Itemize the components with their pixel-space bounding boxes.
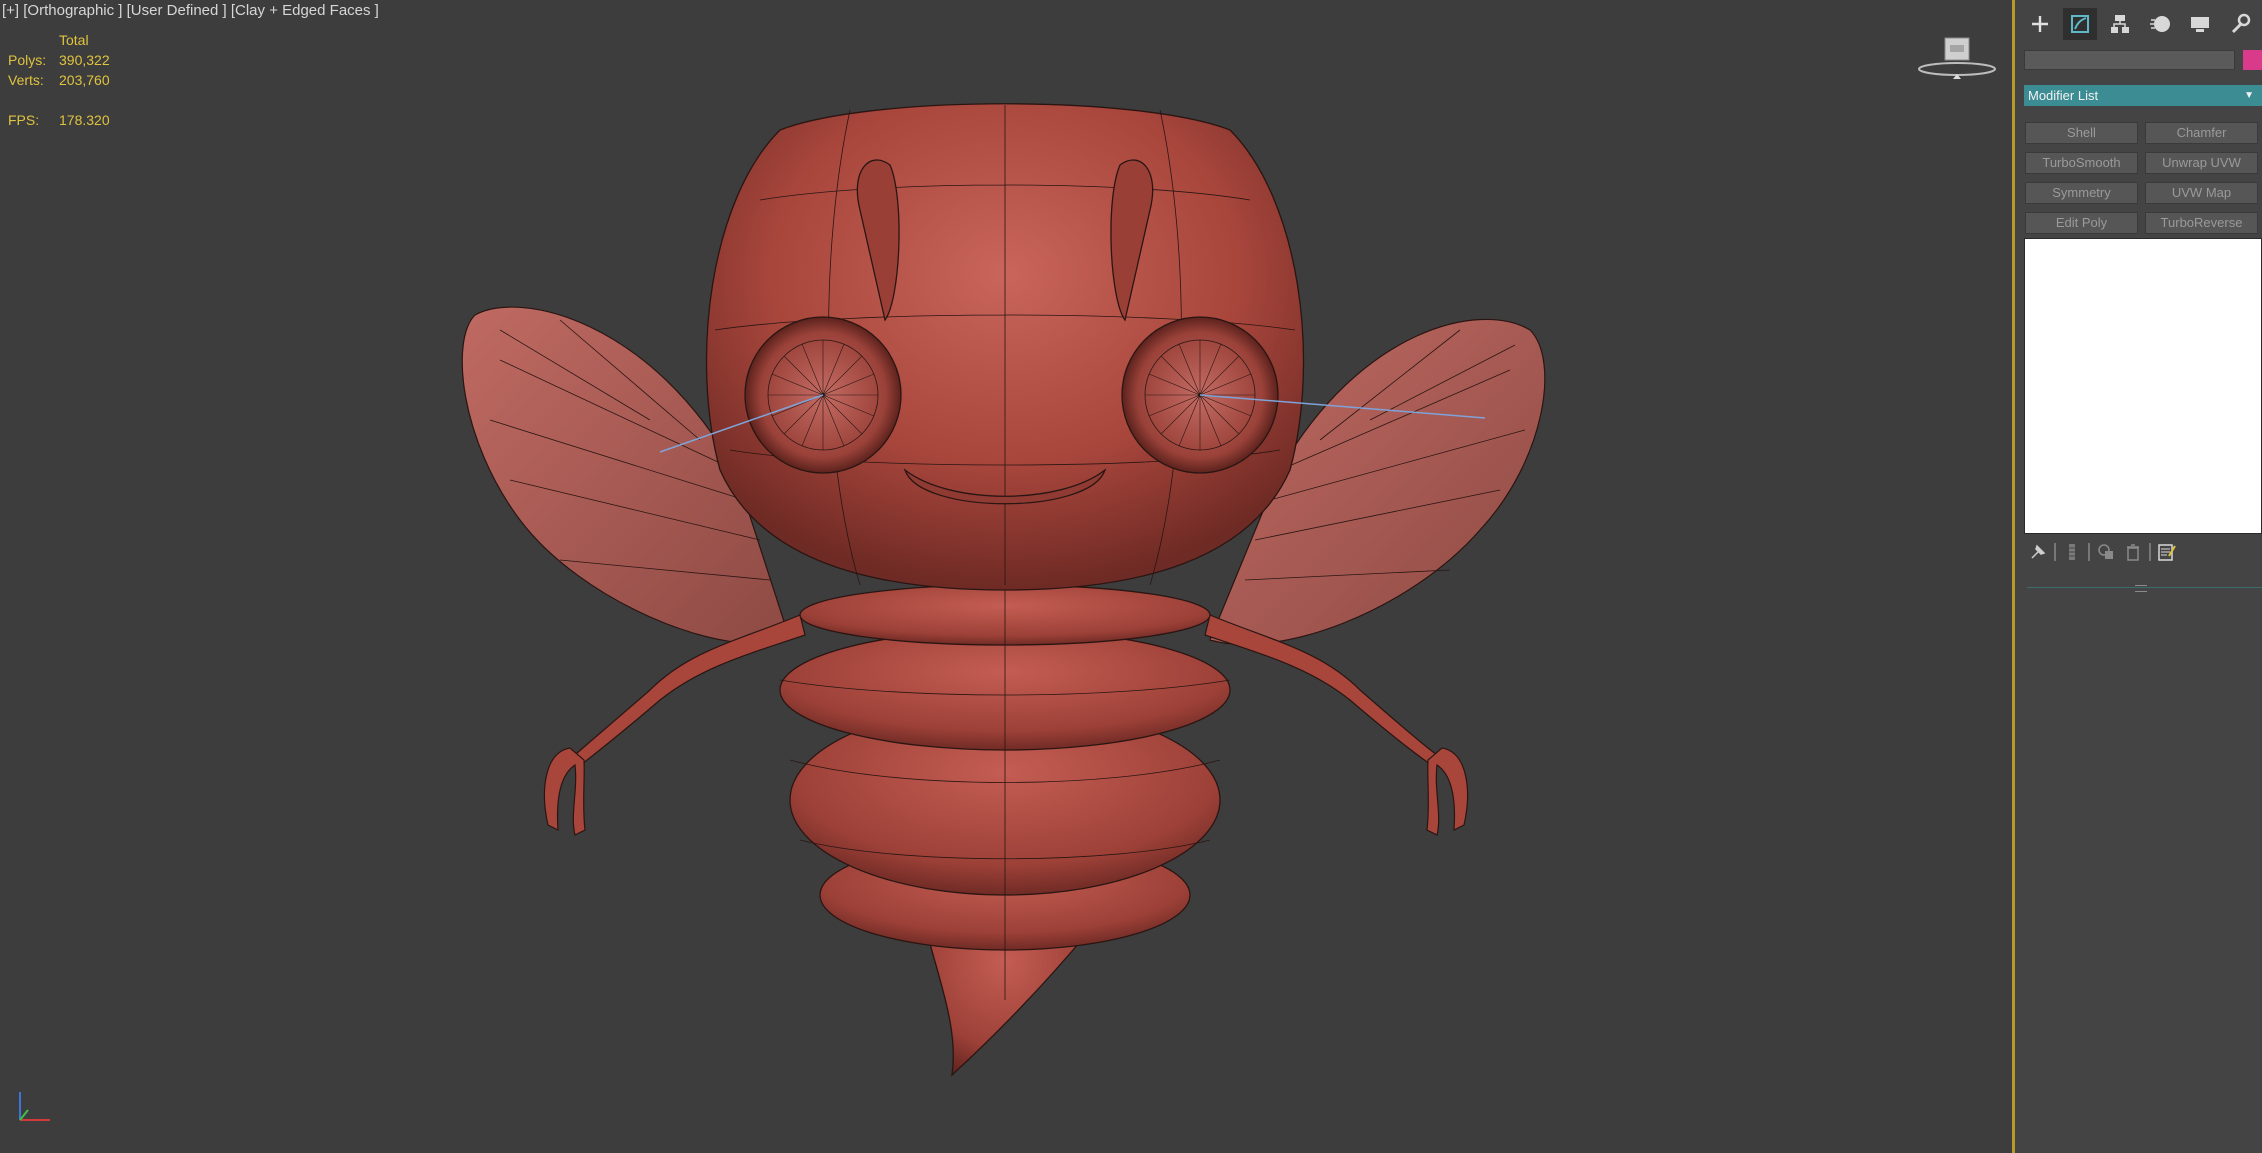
display-icon xyxy=(2191,17,2209,32)
modifier-list-label: Modifier List xyxy=(2028,88,2099,103)
left-arm xyxy=(543,614,806,836)
configure-modifier-sets-icon xyxy=(2158,544,2176,561)
make-unique-button[interactable] xyxy=(2095,541,2117,563)
make-unique-icon xyxy=(2098,544,2113,559)
toolbar-separator xyxy=(2149,543,2151,561)
viewport[interactable]: [+] [Orthographic ] [User Defined ] [Cla… xyxy=(0,0,2012,1153)
modifier-stack-list[interactable] xyxy=(2024,238,2262,534)
modifier-stack-toolbar xyxy=(2027,541,2178,563)
configure-modifier-sets-button[interactable] xyxy=(2156,541,2178,563)
show-end-result-icon xyxy=(2069,544,2075,560)
fps-value: 178.320 xyxy=(59,112,110,128)
display-tab[interactable] xyxy=(2183,8,2217,40)
fps-label: FPS: xyxy=(8,112,40,128)
turbosmooth-button[interactable]: TurboSmooth xyxy=(2025,152,2138,174)
unwrap-uvw-button[interactable]: Unwrap UVW xyxy=(2145,152,2258,174)
bee-model[interactable] xyxy=(0,0,2012,1153)
command-panel: Modifier List ▼ Shell Chamfer TurboSmoot… xyxy=(2015,0,2262,1153)
rollout-resize-handle[interactable] xyxy=(2135,585,2147,592)
hierarchy-tab[interactable] xyxy=(2103,8,2137,40)
command-panel-tabs xyxy=(2023,8,2257,40)
pin-stack-button[interactable] xyxy=(2027,541,2049,563)
motion-tab[interactable] xyxy=(2143,8,2177,40)
head xyxy=(705,103,1305,591)
utilities-icon xyxy=(2231,13,2251,34)
motion-icon xyxy=(2150,16,2170,32)
create-icon xyxy=(2032,16,2048,32)
remove-modifier-icon xyxy=(2127,544,2139,561)
abdomen xyxy=(779,584,1231,1077)
modify-icon xyxy=(2071,15,2089,33)
viewport-statistics: Total Polys: 390,322 Verts: 203,760 FPS: 17… xyxy=(8,30,110,130)
toolbar-separator xyxy=(2088,543,2090,561)
verts-label: Verts: xyxy=(8,72,44,88)
axis-tripod-icon xyxy=(19,1092,50,1121)
symmetry-button[interactable]: Symmetry xyxy=(2025,182,2138,204)
object-color-swatch[interactable] xyxy=(2243,50,2262,70)
pin-stack-icon xyxy=(2031,544,2046,559)
verts-value: 203,760 xyxy=(59,72,110,88)
utilities-tab[interactable] xyxy=(2223,8,2257,40)
polys-label: Polys: xyxy=(8,52,47,68)
viewcube-icon[interactable] xyxy=(1912,34,2002,80)
viewport-label[interactable]: [+] [Orthographic ] [User Defined ] [Cla… xyxy=(2,2,379,19)
right-arm xyxy=(1204,614,1469,836)
chamfer-button[interactable]: Chamfer xyxy=(2145,122,2258,144)
modify-tab[interactable] xyxy=(2063,8,2097,40)
shell-button[interactable]: Shell xyxy=(2025,122,2138,144)
hierarchy-icon xyxy=(2111,15,2129,33)
toolbar-separator xyxy=(2054,543,2056,561)
create-tab[interactable] xyxy=(2023,8,2057,40)
modifier-buttons: Shell Chamfer TurboSmooth Unwrap UVW Sym… xyxy=(2025,122,2258,234)
edit-poly-button[interactable]: Edit Poly xyxy=(2025,212,2138,234)
uvw-map-button[interactable]: UVW Map xyxy=(2145,182,2258,204)
modifier-list-dropdown[interactable]: Modifier List ▼ xyxy=(2024,85,2262,106)
show-end-result-button[interactable] xyxy=(2061,541,2083,563)
polys-value: 390,322 xyxy=(59,52,110,68)
object-name-field[interactable] xyxy=(2024,50,2235,70)
chevron-down-icon: ▼ xyxy=(2244,90,2254,101)
remove-modifier-button[interactable] xyxy=(2122,541,2144,563)
turboreverse-button[interactable]: TurboReverse xyxy=(2145,212,2258,234)
stats-header: Total xyxy=(59,32,89,48)
